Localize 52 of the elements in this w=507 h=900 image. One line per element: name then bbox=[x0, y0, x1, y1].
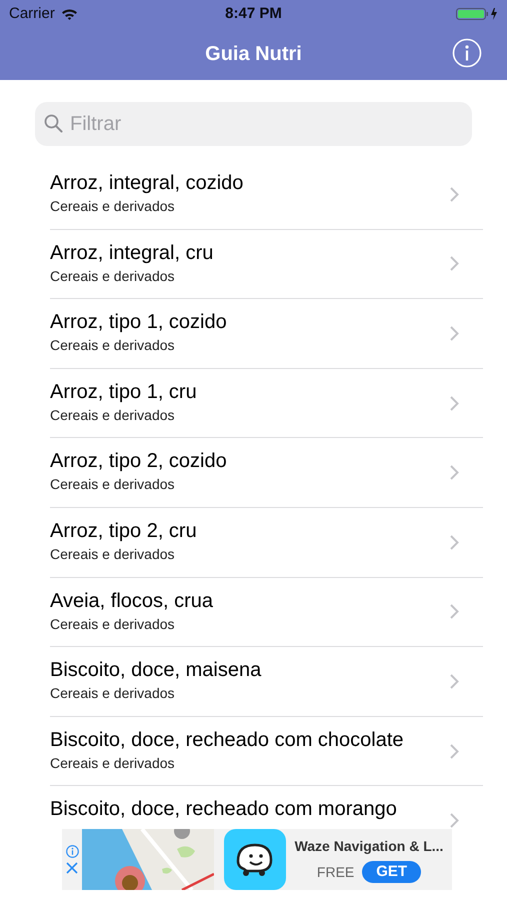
list-row[interactable]: Arroz, tipo 2, cru Cereais e derivados bbox=[0, 508, 507, 578]
food-name: Arroz, tipo 1, cru bbox=[50, 380, 198, 405]
food-name: Biscoito, doce, maisena bbox=[50, 658, 262, 684]
list-row[interactable]: Aveia, flocos, crua Cereais e derivados bbox=[0, 578, 507, 648]
close-icon[interactable] bbox=[66, 862, 78, 874]
food-category: Cereais e derivados bbox=[50, 266, 176, 286]
list-row[interactable]: Arroz, integral, cru Cereais e derivados bbox=[0, 230, 507, 300]
food-name: Biscoito, doce, recheado com morango bbox=[50, 797, 398, 822]
food-category: Cereais e derivados bbox=[50, 754, 176, 773]
info-icon[interactable] bbox=[66, 845, 78, 858]
list-row[interactable]: Biscoito, doce, recheado com chocolate Cereais e derivados bbox=[0, 716, 507, 786]
app-name: Waze Navigation & L... bbox=[294, 837, 444, 856]
get-button[interactable]: GET bbox=[362, 861, 422, 883]
wifi-icon bbox=[60, 8, 78, 20]
food-category: Cereais e derivados bbox=[50, 197, 176, 216]
battery-icon bbox=[456, 7, 498, 21]
list-row[interactable]: Arroz, tipo 1, cozido Cereais e derivados bbox=[0, 299, 507, 369]
food-name: Biscoito, doce, recheado com chocolate bbox=[50, 728, 405, 753]
chevron-icon bbox=[450, 396, 459, 411]
nav-title: Guia Nutri bbox=[205, 42, 302, 67]
food-category: Cereais e derivados bbox=[50, 684, 176, 704]
food-category: Cereais e derivados bbox=[50, 406, 176, 425]
search-field[interactable]: Filtrar bbox=[35, 102, 472, 146]
app-icon bbox=[224, 829, 286, 890]
food-category: Cereais e derivados bbox=[50, 475, 176, 494]
chevron-icon bbox=[450, 744, 459, 759]
chevron-icon bbox=[450, 256, 459, 272]
clock-time: 8:47 PM bbox=[225, 4, 282, 24]
list-row[interactable]: Arroz, tipo 1, cru Cereais e derivados bbox=[0, 368, 507, 438]
food-name: Arroz, tipo 1, cozido bbox=[50, 310, 228, 336]
food-name: Arroz, integral, cozido bbox=[50, 171, 244, 196]
ad-banner[interactable]: Waze Navigation & L... FREE GET bbox=[62, 829, 452, 890]
food-name: Aveia, flocos, crua bbox=[50, 588, 214, 614]
list-row[interactable]: Biscoito, doce, recheado com morango bbox=[0, 786, 507, 828]
food-category: Cereais e derivados bbox=[50, 544, 176, 564]
chevron-icon bbox=[450, 604, 459, 620]
carrier-label: Carrier bbox=[9, 4, 55, 24]
food-category: Cereais e derivados bbox=[50, 614, 176, 634]
list-row[interactable]: Biscoito, doce, maisena Cereais e derivados bbox=[0, 647, 507, 717]
food-name: Arroz, integral, cru bbox=[50, 240, 214, 266]
chevron-icon bbox=[450, 326, 459, 341]
chevron-icon bbox=[450, 674, 459, 689]
chevron-icon bbox=[450, 534, 459, 550]
food-name: Arroz, tipo 2, cru bbox=[50, 518, 198, 544]
price-label: FREE bbox=[316, 862, 354, 882]
chevron-icon bbox=[450, 813, 459, 828]
food-category: Cereais e derivados bbox=[50, 336, 176, 356]
list-row[interactable]: Arroz, tipo 2, cozido Cereais e derivados bbox=[0, 438, 507, 508]
chevron-icon bbox=[450, 465, 459, 480]
chevron-icon bbox=[450, 186, 459, 202]
list-row[interactable]: Arroz, integral, cozido Cereais e derivados bbox=[0, 160, 507, 230]
food-name: Arroz, tipo 2, cozido bbox=[50, 449, 228, 474]
